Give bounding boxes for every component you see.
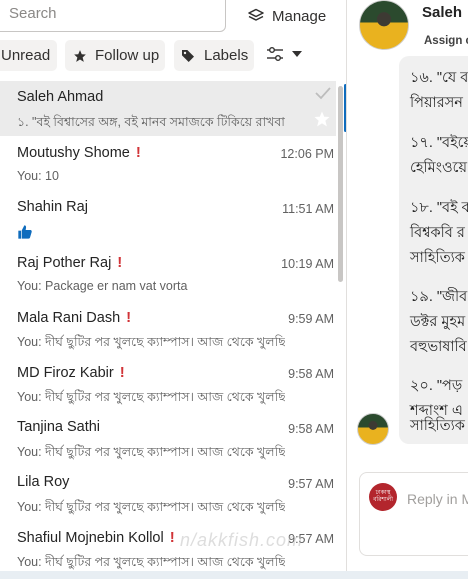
conversation-row[interactable]: MD Firoz Kabir! You: দীর্ঘ ছুটির পর খুলছ…: [0, 356, 336, 411]
message-line: সাহিত্যিক: [410, 250, 465, 266]
chat-contact-name: Saleh: [422, 4, 463, 21]
flag-icon: !: [135, 144, 141, 161]
chat-pane: Saleh Assign c ১৬. "যে ব পিয়ারসন ১৭. "ব…: [347, 0, 468, 579]
bottom-bar: [0, 571, 468, 579]
message-preview: You: দীর্ঘ ছুটির পর খুলছে ক্যাম্পাস। আজ …: [17, 500, 285, 514]
contact-name: Mala Rani Dash!: [17, 309, 132, 326]
flag-icon: !: [169, 529, 175, 546]
reply-placeholder: Reply in M: [407, 491, 468, 507]
contact-name: Shafiul Mojnebin Kollol!: [17, 529, 175, 546]
scrollbar-thumb[interactable]: [338, 86, 343, 282]
message-preview: You: দীর্ঘ ছুটির পর খুলছে ক্যাম্পাস। আজ …: [17, 445, 285, 459]
message-line: বিশ্বকবি র: [410, 225, 465, 241]
sender-avatar: [357, 413, 389, 445]
filter-labels-button[interactable]: Labels: [174, 40, 254, 71]
message-preview: ১. "বই বিশ্বাসের অঙ্গ, বই মানব সমাজকে টি…: [17, 115, 285, 129]
thumbs-up-icon: [18, 225, 32, 239]
contact-avatar[interactable]: [359, 0, 409, 50]
star-icon: [74, 49, 86, 62]
message-line: হেমিংওয়ে: [410, 160, 467, 176]
manage-button[interactable]: Manage: [236, 0, 344, 32]
contact-name: Tanjina Sathi: [17, 419, 101, 435]
message-line: ২০. "পড়: [410, 378, 463, 394]
layers-icon: [248, 8, 264, 21]
search-placeholder: Search: [9, 5, 57, 22]
message-time: 10:19 AM: [281, 257, 334, 271]
message-time: 9:59 AM: [288, 312, 334, 326]
message-time: 9:58 AM: [288, 367, 334, 381]
conversation-row[interactable]: Raj Pother Raj! You: Package er nam vat …: [0, 246, 336, 301]
filter-unread-button[interactable]: Unread: [0, 40, 57, 71]
filter-bar: Unread Follow up Labels: [0, 40, 345, 72]
conversation-list-pane: Search Manage Unread Follow up Labels Sa…: [0, 0, 347, 579]
message-line: ১৮. "বই ব: [410, 200, 468, 216]
sliders-icon: [267, 47, 283, 61]
message-line: বহুভাষাবি: [410, 339, 467, 355]
contact-name: Saleh Ahmad: [17, 89, 104, 105]
contact-name: MD Firoz Kabir!: [17, 364, 125, 381]
message-time: 9:57 AM: [288, 477, 334, 491]
reply-input[interactable]: ঢাকাস্থ বরিশালী Reply in M: [359, 472, 468, 556]
contact-name: Raj Pother Raj!: [17, 254, 123, 271]
message-preview: You: দীর্ঘ ছুটির পর খুলছে ক্যাম্পাস। আজ …: [17, 335, 285, 349]
page-logo: ঢাকাস্থ বরিশালী: [369, 483, 397, 511]
message-line: সাহিত্যিক: [410, 418, 465, 434]
message-preview: You: দীর্ঘ ছুটির পর খুলছে ক্যাম্পাস। আজ …: [17, 390, 285, 404]
message-preview: You: 10: [17, 169, 59, 183]
conversation-row[interactable]: Tanjina Sathi You: দীর্ঘ ছুটির পর খুলছে …: [0, 411, 336, 466]
assign-conversation-link[interactable]: Assign c: [424, 35, 468, 47]
search-input[interactable]: Search: [0, 0, 226, 32]
message-line: ডক্টর মুহম: [410, 314, 466, 330]
flag-icon: !: [126, 309, 132, 326]
message-time: 12:06 PM: [280, 147, 334, 161]
message-line: ১৭. "বইয়ে: [410, 135, 468, 151]
conversation-row[interactable]: Mala Rani Dash! You: দীর্ঘ ছুটির পর খুলছ…: [0, 301, 336, 356]
message-line: ১৯. "জীব: [410, 289, 468, 305]
conversation-list: Saleh Ahmad ১. "বই বিশ্বাসের অঙ্গ, বই মা…: [0, 81, 345, 579]
conversation-row[interactable]: Lila Roy You: দীর্ঘ ছুটির পর খুলছে ক্যাম…: [0, 466, 336, 521]
filter-unread-label: Unread: [1, 47, 51, 64]
caret-down-icon: [292, 51, 302, 57]
star-outline-icon[interactable]: [314, 111, 330, 127]
filter-follow-up-button[interactable]: Follow up: [65, 40, 165, 71]
filter-options-button[interactable]: [266, 46, 302, 62]
conversation-row[interactable]: Moutushy Shome! You: 10 12:06 PM: [0, 136, 336, 191]
message-line: ১৬. "যে ব: [410, 70, 468, 86]
conversation-row[interactable]: Shahin Raj 11:51 AM: [0, 191, 336, 246]
check-icon[interactable]: [314, 85, 332, 101]
message-line: পিয়ারসন: [410, 95, 463, 111]
conversation-row[interactable]: Saleh Ahmad ১. "বই বিশ্বাসের অঙ্গ, বই মা…: [0, 81, 336, 136]
message-time: 9:58 AM: [288, 422, 334, 436]
filter-labels-label: Labels: [204, 47, 249, 64]
filter-follow-up-label: Follow up: [95, 47, 160, 64]
flag-icon: !: [117, 254, 123, 271]
tag-icon: [182, 49, 194, 62]
contact-name: Lila Roy: [17, 474, 70, 490]
flag-icon: !: [119, 364, 125, 381]
manage-label: Manage: [272, 7, 327, 25]
contact-name: Shahin Raj: [17, 199, 88, 215]
message-preview: You: Package er nam vat vorta: [17, 279, 188, 293]
message-time: 11:51 AM: [282, 202, 334, 216]
watermark: n/akkfish.com: [180, 530, 304, 550]
contact-name: Moutushy Shome!: [17, 144, 141, 161]
